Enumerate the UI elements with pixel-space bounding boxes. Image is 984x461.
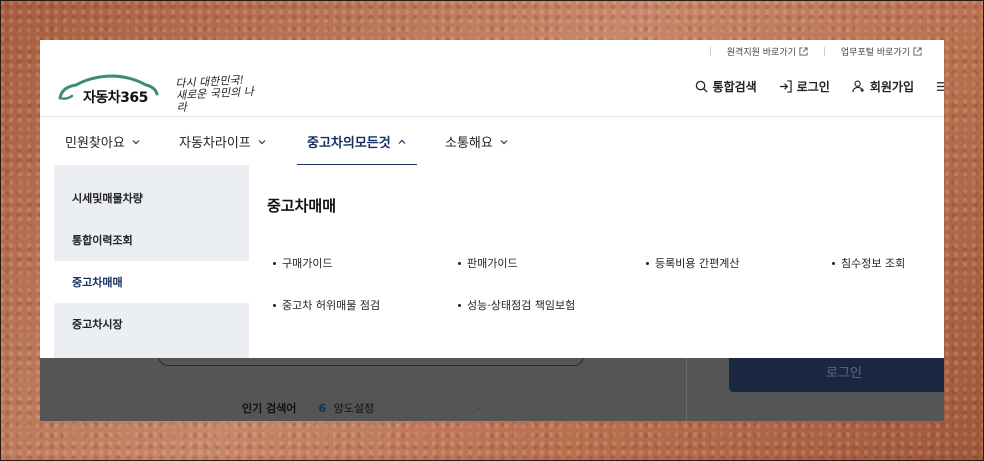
side-item-label: 중고차매매 (72, 276, 123, 289)
mega-menu-panel: 시세및매물차량 통합이력조회 중고차매매 중고차시장 중고차매매 구매가이드 판… (40, 165, 944, 358)
side-item-used-car-trade[interactable]: 중고차매매 (54, 261, 249, 303)
gnb-item-car-life[interactable]: 자동차라이프 (179, 117, 267, 166)
utility-bar: 원격지원 바로가기 업무포털 바로가기 (709, 44, 922, 58)
integrated-search-label: 통합검색 (712, 80, 757, 94)
gnb-item-label: 민원찾아요 (65, 136, 125, 151)
popular-search-term: 양도설정 (333, 402, 375, 415)
login-button[interactable]: 로그인 (779, 78, 830, 95)
popular-search-item: 6 양도설정 (318, 400, 374, 416)
side-item-label: 시세및매물차량 (72, 192, 143, 205)
remote-support-label: 원격지원 바로가기 (726, 47, 796, 58)
mega-menu-title: 중고차매매 (267, 197, 337, 215)
gnb-item-label: 중고차의모든것 (307, 136, 391, 151)
bullet-icon (832, 261, 835, 265)
section-divider (686, 358, 687, 421)
side-item-label: 중고차시장 (72, 318, 123, 331)
mega-menu-sidebar: 시세및매물차량 통합이력조회 중고차매매 중고차시장 (54, 165, 249, 358)
gnb-item-communication[interactable]: 소통해요 (445, 117, 509, 166)
link-inspection-insurance[interactable]: 성능·상태점검 책임보험 (458, 297, 575, 313)
popular-search-rank: 6 (318, 402, 327, 415)
login-label: 로그인 (796, 80, 830, 94)
link-label: 침수정보 조회 (841, 257, 906, 270)
dimmed-page-overlay: 로그인 인기 검색어 6 양도설정 - (40, 350, 944, 421)
site-logo[interactable]: 자동차365 다시 대한민국! 새로운 국민의 나라 (56, 70, 254, 114)
search-icon (695, 80, 708, 93)
link-purchase-guide[interactable]: 구매가이드 (273, 255, 333, 271)
side-item-price-listings[interactable]: 시세및매물차량 (54, 177, 249, 219)
bullet-icon (458, 261, 461, 265)
utility-divider (823, 46, 825, 56)
gnb-item-label: 자동차라이프 (179, 136, 251, 151)
side-item-label: 통합이력조회 (72, 234, 133, 247)
bullet-icon (273, 261, 276, 265)
link-sales-guide[interactable]: 판매가이드 (458, 255, 518, 271)
link-flood-info[interactable]: 침수정보 조회 (832, 255, 905, 271)
side-item-used-car-market[interactable]: 중고차시장 (54, 303, 249, 345)
gnb-item-label: 소통해요 (445, 136, 493, 151)
sign-up-label: 회원가입 (869, 80, 914, 94)
link-label: 판매가이드 (467, 257, 518, 270)
main-navigation: 민원찾아요 자동차라이프 중고차의모든것 소통해요 (40, 116, 944, 167)
popular-search-dash: - (477, 403, 481, 414)
header-actions: 통합검색 로그인 회원가입 (695, 78, 944, 95)
link-fake-listing-check[interactable]: 중고차 허위매물 점검 (273, 297, 380, 313)
work-portal-link[interactable]: 업무포털 바로가기 (841, 45, 922, 58)
bullet-icon (646, 261, 649, 265)
utility-divider (709, 46, 711, 56)
gnb-item-civil-affairs[interactable]: 민원찾아요 (65, 117, 141, 166)
link-label: 중고차 허위매물 점검 (282, 299, 381, 312)
integrated-search-button[interactable]: 통합검색 (695, 78, 757, 95)
slogan: 다시 대한민국! 새로운 국민의 나라 (175, 73, 255, 115)
chevron-down-icon (257, 137, 267, 147)
popular-searches-label: 인기 검색어 (242, 402, 297, 415)
chevron-down-icon (499, 137, 509, 147)
side-item-history-lookup[interactable]: 통합이력조회 (54, 219, 249, 261)
link-label: 구매가이드 (282, 257, 333, 270)
browser-viewport: 원격지원 바로가기 업무포털 바로가기 자동차365 다시 대한민국! 새로운 … (40, 40, 944, 421)
user-add-icon (852, 80, 865, 93)
hamburger-icon (936, 80, 944, 93)
logo-text: 자동차365 (83, 90, 148, 106)
bullet-icon (458, 303, 461, 307)
all-menu-button[interactable] (936, 80, 944, 93)
chevron-up-icon (397, 137, 407, 147)
external-link-icon (799, 46, 808, 56)
link-label: 성능·상태점검 책임보험 (467, 299, 576, 312)
bullet-icon (273, 303, 276, 307)
gnb-item-used-car[interactable]: 중고차의모든것 (297, 117, 417, 167)
login-icon (779, 80, 792, 93)
sign-up-button[interactable]: 회원가입 (852, 78, 914, 95)
remote-support-link[interactable]: 원격지원 바로가기 (727, 45, 808, 58)
popular-searches: 인기 검색어 6 양도설정 (242, 400, 374, 416)
link-registration-cost[interactable]: 등록비용 간편계산 (646, 255, 739, 271)
work-portal-label: 업무포털 바로가기 (840, 47, 910, 58)
external-link-icon (913, 46, 922, 56)
site-header: 자동차365 다시 대한민국! 새로운 국민의 나라 통합검색 로그인 회원가입 (40, 62, 944, 116)
chevron-down-icon (131, 137, 141, 147)
link-label: 등록비용 간편계산 (655, 257, 740, 270)
